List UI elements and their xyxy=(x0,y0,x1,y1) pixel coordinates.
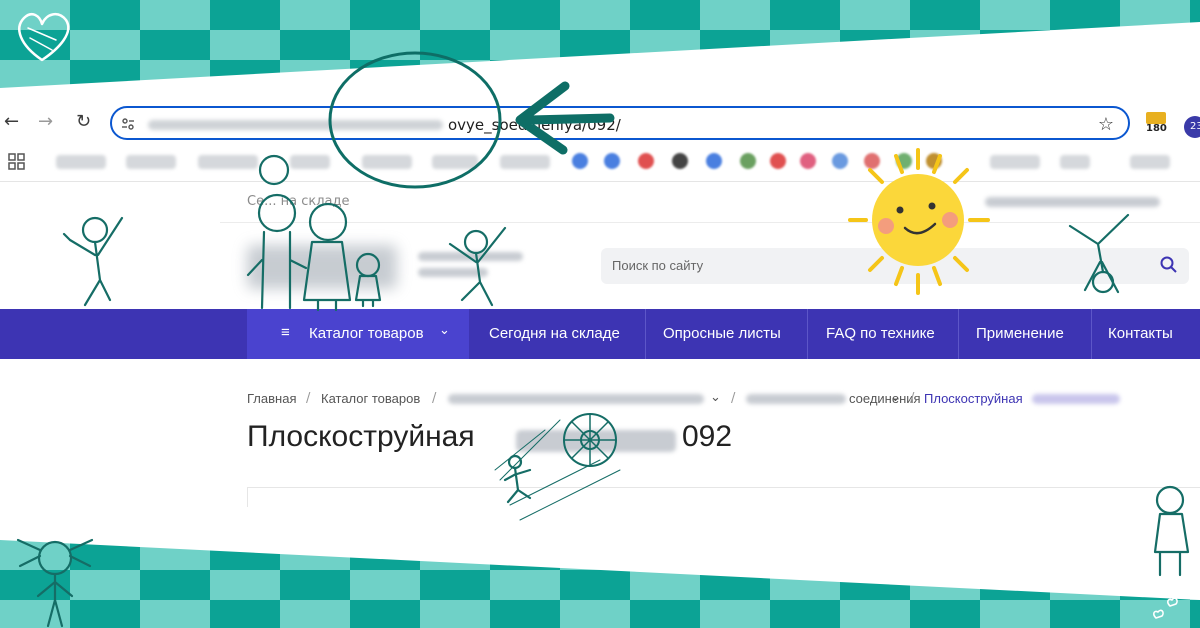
topstrip-blurred-contact xyxy=(985,197,1160,207)
main-navigation: ≡ Каталог товаров ⌄ Сегодня на складе Оп… xyxy=(0,309,1200,359)
forward-icon[interactable]: → xyxy=(38,112,53,132)
bookmark-item[interactable] xyxy=(990,155,1040,169)
url-text: ovye_soedineniya/092/ xyxy=(448,116,621,134)
content-border xyxy=(247,487,1200,488)
breadcrumb-separator: / xyxy=(432,391,437,406)
bookmark-icon[interactable] xyxy=(864,153,880,169)
logo-tagline-2 xyxy=(418,268,488,277)
bookmark-item[interactable] xyxy=(198,155,258,169)
bookmark-item[interactable] xyxy=(432,155,478,169)
bookmark-icon[interactable] xyxy=(638,153,654,169)
nav-item-application[interactable]: Применение xyxy=(976,309,1064,359)
url-blurred-part xyxy=(148,120,443,130)
search-placeholder: Поиск по сайту xyxy=(612,258,704,273)
address-bar[interactable]: ovye_soedineniya/092/ ☆ xyxy=(110,106,1130,140)
bookmark-item[interactable] xyxy=(1060,155,1090,169)
chevron-down-icon[interactable]: ⌄ xyxy=(890,389,901,405)
bookmark-icon[interactable] xyxy=(706,153,722,169)
back-icon[interactable]: ← xyxy=(4,112,19,132)
nav-divider xyxy=(807,309,808,359)
chevron-down-icon[interactable]: ⌄ xyxy=(710,389,721,405)
nav-item-faq[interactable]: FAQ по технике xyxy=(826,309,935,359)
page-title-end: 092 xyxy=(682,420,733,453)
breadcrumb-blurred-current xyxy=(1032,394,1120,404)
catalog-menu-button[interactable]: ≡ Каталог товаров ⌄ xyxy=(247,309,469,359)
bookmark-item[interactable] xyxy=(56,155,106,169)
nav-item-contacts[interactable]: Контакты xyxy=(1108,309,1173,359)
logo-tagline xyxy=(418,252,523,261)
content-border-left xyxy=(247,487,248,507)
reload-icon[interactable]: ↻ xyxy=(76,112,91,132)
heart-doodle xyxy=(18,12,70,62)
breadcrumb-separator: / xyxy=(910,391,915,406)
bookmark-icon[interactable] xyxy=(770,153,786,169)
bookmark-item[interactable] xyxy=(126,155,176,169)
bookmark-icon[interactable] xyxy=(926,153,942,169)
breadcrumb-home[interactable]: Главная xyxy=(247,391,296,406)
topstrip-stock-link[interactable]: Се... на складе xyxy=(247,194,349,209)
breadcrumb-blurred-section xyxy=(746,394,846,404)
breadcrumb-separator: / xyxy=(731,391,736,406)
page-title-blurred xyxy=(516,430,676,452)
nav-divider xyxy=(645,309,646,359)
bookmark-icon[interactable] xyxy=(896,153,912,169)
bookmark-star-icon[interactable]: ☆ xyxy=(1098,114,1114,135)
extension-badge: 180 xyxy=(1146,123,1167,134)
apps-grid-icon[interactable] xyxy=(8,153,26,171)
chevron-down-icon: ⌄ xyxy=(439,322,450,337)
extension-icon-2[interactable]: 23 xyxy=(1184,116,1200,138)
header-divider xyxy=(220,222,1200,223)
nav-divider xyxy=(958,309,959,359)
search-input[interactable]: Поиск по сайту xyxy=(601,248,1189,284)
site-info-icon[interactable] xyxy=(120,116,136,132)
nav-divider xyxy=(1091,309,1092,359)
bookmark-item[interactable] xyxy=(500,155,550,169)
bookmark-icon[interactable] xyxy=(572,153,588,169)
browser-divider xyxy=(0,181,1200,182)
catalog-label: Каталог товаров xyxy=(309,325,424,342)
breadcrumb-blurred-category[interactable] xyxy=(448,394,704,404)
bookmark-icon[interactable] xyxy=(672,153,688,169)
page-title: Плоскоструйная xyxy=(247,420,475,453)
breadcrumb-catalog[interactable]: Каталог товаров xyxy=(321,391,420,406)
search-icon[interactable] xyxy=(1159,255,1179,275)
hamburger-icon: ≡ xyxy=(281,324,290,341)
bookmark-item[interactable] xyxy=(1130,155,1170,169)
bookmark-icon[interactable] xyxy=(740,153,756,169)
bookmark-item[interactable] xyxy=(290,155,330,169)
site-logo[interactable] xyxy=(247,245,397,289)
nav-item-questionnaires[interactable]: Опросные листы xyxy=(663,309,781,359)
breadcrumb-separator: / xyxy=(306,391,311,406)
bookmark-icon[interactable] xyxy=(604,153,620,169)
breadcrumb-current: Плоскоструйная xyxy=(924,391,1023,406)
nav-item-stock-today[interactable]: Сегодня на складе xyxy=(489,309,620,359)
bookmark-icon[interactable] xyxy=(832,153,848,169)
bookmark-item[interactable] xyxy=(362,155,412,169)
bookmark-icon[interactable] xyxy=(800,153,816,169)
extension-badge-2: 23 xyxy=(1190,121,1200,132)
